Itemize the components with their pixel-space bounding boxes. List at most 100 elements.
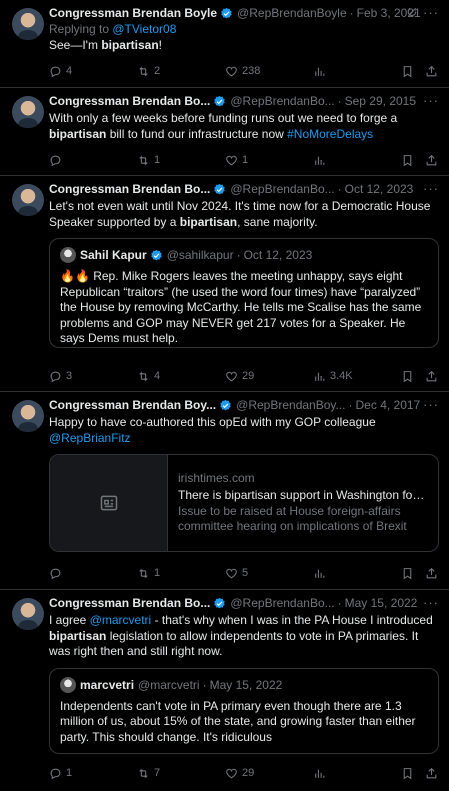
share-button[interactable] xyxy=(425,154,438,167)
separator-dot: · xyxy=(236,248,241,262)
tweet[interactable]: Congressman Brendan Bo... @RepBrendanBo.… xyxy=(0,176,449,392)
verified-badge-icon xyxy=(213,597,226,610)
reply-icon xyxy=(49,567,62,580)
retweet-icon xyxy=(137,767,150,780)
tweet-text: I agree @marcvetri - that's why when I w… xyxy=(49,613,439,660)
share-button[interactable] xyxy=(425,567,438,580)
bookmark-icon xyxy=(401,370,414,383)
views-icon xyxy=(313,567,326,580)
tweet[interactable]: Congressman Brendan Bo... @RepBrendanBo.… xyxy=(0,88,449,176)
share-icon xyxy=(425,370,438,383)
tweet-date[interactable]: Sep 29, 2015 xyxy=(345,94,416,108)
separator-dot: · xyxy=(348,398,353,412)
separator-dot: · xyxy=(337,94,342,108)
author-handle[interactable]: @RepBrendanBoyle xyxy=(237,6,347,20)
highlight-term: bipartisan xyxy=(179,214,238,229)
reply-count: 4 xyxy=(66,65,73,77)
separator-dot: · xyxy=(337,596,342,610)
bookmark-icon xyxy=(401,65,414,78)
action-bar: 4 2 238 xyxy=(49,63,439,79)
retweet-count: 7 xyxy=(154,767,161,779)
like-button[interactable]: 5 xyxy=(225,567,248,580)
retweet-button[interactable]: 4 xyxy=(137,370,160,383)
tweet[interactable]: Congressman Brendan Bo... @RepBrendanBo.… xyxy=(0,590,449,791)
text-part: Happy to have co-authored this opEd with… xyxy=(49,415,376,429)
author-name[interactable]: Congressman Brendan Bo... xyxy=(49,596,210,610)
more-options-icon[interactable]: ··· xyxy=(423,595,439,610)
retweet-button[interactable]: 1 xyxy=(137,567,160,580)
like-button[interactable]: 29 xyxy=(225,370,254,383)
tweet-date[interactable]: Dec 4, 2017 xyxy=(356,398,421,412)
reply-button[interactable] xyxy=(49,567,66,580)
author-handle[interactable]: @RepBrendanBo... xyxy=(230,596,334,610)
separator-dot: · xyxy=(202,677,207,692)
link-card[interactable]: irishtimes.com There is bipartisan suppo… xyxy=(49,454,439,552)
reply-button[interactable]: 3 xyxy=(49,370,72,383)
like-button[interactable]: 1 xyxy=(225,154,248,167)
reply-button[interactable] xyxy=(49,154,66,167)
quote-date: Oct 12, 2023 xyxy=(243,248,313,262)
tweet-date[interactable]: Oct 12, 2023 xyxy=(345,182,414,196)
author-name[interactable]: Congressman Brendan Bo... xyxy=(49,182,210,196)
views-button[interactable] xyxy=(313,767,330,780)
bookmark-button[interactable] xyxy=(401,154,414,167)
tweet-text: Happy to have co-authored this opEd with… xyxy=(49,415,439,446)
verified-badge-icon xyxy=(220,7,233,20)
heart-icon xyxy=(225,767,238,780)
text-part: With only a few weeks before funding run… xyxy=(49,111,398,125)
quoted-tweet[interactable]: marcvetri @marcvetri · May 15, 2022 Inde… xyxy=(49,667,439,754)
share-button[interactable] xyxy=(425,65,438,78)
more-options-icon[interactable]: ··· xyxy=(423,397,439,412)
more-options-icon[interactable]: ··· xyxy=(423,5,439,20)
avatar[interactable] xyxy=(12,184,44,216)
verified-badge-icon xyxy=(213,183,226,196)
share-button[interactable] xyxy=(425,767,438,780)
like-button[interactable]: 29 xyxy=(225,767,254,780)
avatar[interactable] xyxy=(12,598,44,630)
reply-button[interactable]: 4 xyxy=(49,65,72,78)
reply-button[interactable]: 1 xyxy=(49,767,72,780)
author-handle[interactable]: @RepBrendanBo... xyxy=(230,94,334,108)
share-icon xyxy=(425,65,438,78)
quote-author-name: Sahil Kapur xyxy=(80,248,147,262)
more-options-icon[interactable]: ··· xyxy=(423,93,439,108)
hashtag-link[interactable]: #NoMoreDelays xyxy=(287,127,373,141)
author-name[interactable]: Congressman Brendan Boy... xyxy=(49,398,216,412)
quote-text: Independents can't vote in PA primary ev… xyxy=(60,698,416,744)
author-name[interactable]: Congressman Brendan Boyle xyxy=(49,6,217,20)
tweet[interactable]: Congressman Brendan Boy... @RepBrendanBo… xyxy=(0,392,449,590)
retweet-button[interactable]: 2 xyxy=(137,65,160,78)
tweet-date[interactable]: May 15, 2022 xyxy=(345,596,418,610)
views-button[interactable] xyxy=(313,567,330,580)
tweet-text: See—I'm bipartisan! xyxy=(49,38,439,54)
author-handle[interactable]: @RepBrendanBoy... xyxy=(236,398,345,412)
like-count: 29 xyxy=(242,767,255,779)
avatar[interactable] xyxy=(12,96,44,128)
retweet-count: 1 xyxy=(154,154,161,166)
quoted-tweet[interactable]: Sahil Kapur @sahilkapur · Oct 12, 2023 🔥… xyxy=(49,238,439,348)
mention-link[interactable]: @RepBrianFitz xyxy=(49,431,131,445)
tweet[interactable]: Congressman Brendan Boyle @RepBrendanBoy… xyxy=(0,0,449,88)
mention-link[interactable]: @marcvetri xyxy=(90,613,152,627)
bookmark-button[interactable] xyxy=(401,370,414,383)
views-button[interactable] xyxy=(313,65,330,78)
avatar[interactable] xyxy=(12,8,44,40)
reply-count: 1 xyxy=(66,767,73,779)
grok-icon[interactable] xyxy=(406,5,419,18)
retweet-button[interactable]: 7 xyxy=(137,767,160,780)
bookmark-button[interactable] xyxy=(401,767,414,780)
more-options-icon[interactable]: ··· xyxy=(423,181,439,196)
author-name[interactable]: Congressman Brendan Bo... xyxy=(49,94,210,108)
views-button[interactable]: 3.4K xyxy=(313,370,353,383)
avatar[interactable] xyxy=(12,400,44,432)
bookmark-icon xyxy=(401,567,414,580)
quote-author-name: marcvetri xyxy=(80,677,135,692)
share-button[interactable] xyxy=(425,370,438,383)
replying-to-link[interactable]: @TVietor08 xyxy=(112,22,176,36)
retweet-button[interactable]: 1 xyxy=(137,154,160,167)
bookmark-button[interactable] xyxy=(401,567,414,580)
author-handle[interactable]: @RepBrendanBo... xyxy=(230,182,334,196)
bookmark-button[interactable] xyxy=(401,65,414,78)
views-button[interactable] xyxy=(313,154,330,167)
like-button[interactable]: 238 xyxy=(225,65,260,78)
